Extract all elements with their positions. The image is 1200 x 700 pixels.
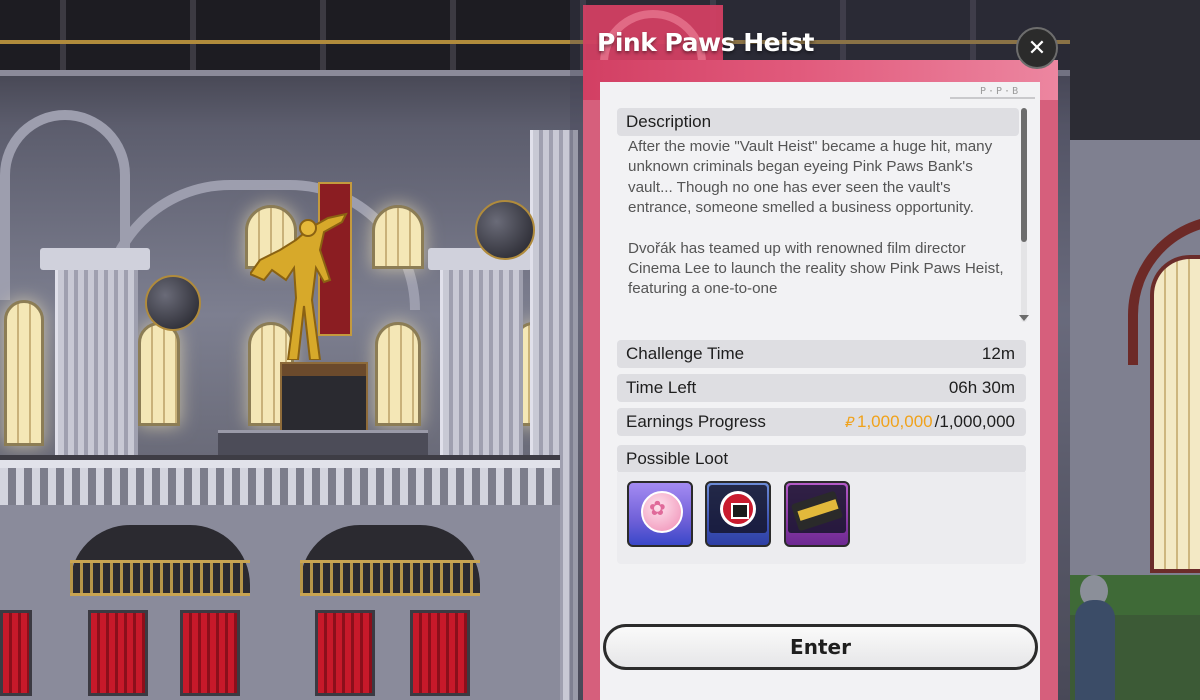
- close-icon: ✕: [1027, 35, 1047, 61]
- ppb-watermark-text: P·P·B: [980, 86, 1021, 97]
- scrollbar-thumb[interactable]: [1021, 108, 1027, 242]
- challenge-time-label: Challenge Time: [626, 344, 745, 363]
- arched-window: [375, 322, 421, 426]
- description-paragraph: After the movie "Vault Heist" became a h…: [628, 138, 993, 217]
- npc-figure: [1075, 600, 1115, 700]
- column: [440, 265, 523, 465]
- card-border: [583, 100, 600, 700]
- scroll-down-icon[interactable]: [1019, 315, 1029, 321]
- description-paragraph: Dvořák has teamed up with renowned film …: [628, 239, 1004, 298]
- dennies-currency-icon: ₽: [844, 413, 853, 430]
- golden-statue: [250, 212, 348, 360]
- gold-rail: [300, 560, 480, 596]
- modal-title: Pink Paws Heist: [597, 28, 815, 57]
- arched-window: [372, 205, 424, 269]
- earnings-progress-row: Earnings Progress ₽ 1,000,000 /1,000,000: [617, 408, 1026, 436]
- earnings-progress-value: ₽ 1,000,000 /1,000,000: [844, 412, 1015, 432]
- loot-item-pink-paw-coin[interactable]: ✿: [627, 481, 693, 547]
- earnings-current: 1,000,000: [857, 412, 933, 431]
- possible-loot-heading: Possible Loot: [617, 445, 1026, 473]
- time-left-label: Time Left: [626, 378, 697, 397]
- red-door: [315, 610, 375, 696]
- challenge-time-value: 12m: [981, 344, 1015, 363]
- vault-icon: [731, 503, 749, 519]
- ppb-bank-emblem-icon: [720, 491, 756, 527]
- arched-window: [1150, 255, 1200, 573]
- red-door: [88, 610, 148, 696]
- description-heading: Description: [617, 108, 1019, 136]
- challenge-time-row: Challenge Time 12m: [617, 340, 1026, 368]
- column: [55, 265, 138, 465]
- time-left-row: Time Left 06h 30m: [617, 374, 1026, 402]
- arched-window: [4, 300, 44, 446]
- red-door: [410, 610, 470, 696]
- loot-item-gold-ticket[interactable]: [784, 481, 850, 547]
- loot-item-ppb-emblem[interactable]: [705, 481, 771, 547]
- close-button[interactable]: ✕: [1016, 27, 1058, 69]
- lower-hall: [0, 505, 560, 700]
- enter-button[interactable]: Enter: [603, 624, 1038, 670]
- earnings-total: /1,000,000: [934, 412, 1015, 431]
- earnings-progress-label: Earnings Progress: [626, 412, 766, 431]
- card-border: [1040, 100, 1058, 700]
- watermark-line: [950, 97, 1035, 99]
- red-door: [180, 610, 240, 696]
- arched-window: [138, 322, 180, 426]
- description-text[interactable]: After the movie "Vault Heist" became a h…: [628, 137, 1013, 320]
- paw-icon: ✿: [649, 496, 666, 520]
- time-left-value: 06h 30m: [948, 378, 1015, 397]
- red-door: [0, 610, 32, 696]
- gold-rail: [70, 560, 250, 596]
- column-capital: [40, 248, 150, 270]
- globe-lamp: [145, 275, 201, 331]
- globe-lamp: [475, 200, 535, 260]
